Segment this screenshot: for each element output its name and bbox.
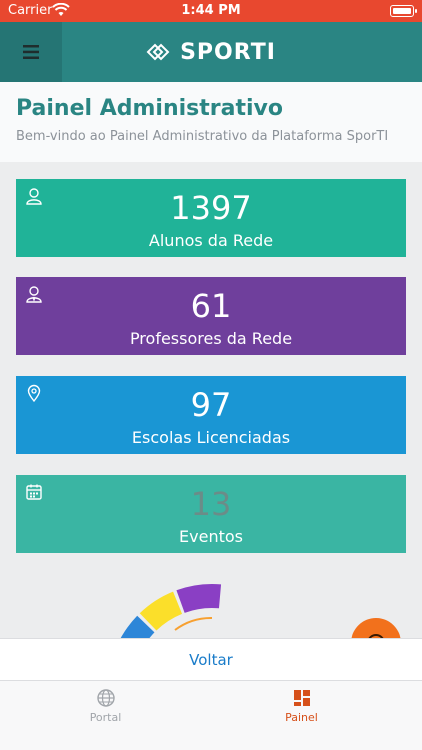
tab-bar: Portal Painel <box>0 680 422 750</box>
back-button-label: Voltar <box>189 650 233 669</box>
tab-portal[interactable]: Portal <box>0 681 211 731</box>
page-subtitle: Bem-vindo ao Painel Administrativo da Pl… <box>16 129 389 144</box>
nav-bar: SPORTI <box>0 22 422 82</box>
stat-value: 13 <box>190 485 232 523</box>
page-title: Painel Administrativo <box>16 96 283 121</box>
dashboard-icon <box>293 690 310 706</box>
sporti-logo-icon <box>146 43 170 61</box>
stat-card-escolas[interactable]: 97 Escolas Licenciadas <box>16 376 406 454</box>
stat-value: 61 <box>190 287 232 325</box>
stat-value: 1397 <box>170 189 252 227</box>
stat-value: 97 <box>190 386 232 424</box>
page-header: Painel Administrativo Bem-vindo ao Paine… <box>0 82 422 162</box>
gauge-segment <box>139 591 183 631</box>
stat-label: Eventos <box>179 527 243 546</box>
back-button[interactable]: Voltar <box>0 638 422 680</box>
stat-label: Professores da Rede <box>129 329 293 348</box>
stat-card-professores[interactable]: 61 Professores da Rede <box>16 277 406 355</box>
gauge-segment <box>176 584 222 613</box>
globe-icon <box>96 689 115 707</box>
battery-icon <box>390 5 417 17</box>
brand-name: SPORTI <box>180 39 276 65</box>
tab-portal-label: Portal <box>89 711 122 724</box>
stat-label: Escolas Licenciadas <box>131 428 291 447</box>
stat-card-alunos[interactable]: 1397 Alunos da Rede <box>16 179 406 257</box>
brand: SPORTI <box>0 22 422 82</box>
stat-card-eventos[interactable]: 13 Eventos <box>16 475 406 553</box>
gauge-inner-arc <box>174 616 213 631</box>
tab-painel-label: Painel <box>285 711 318 724</box>
stat-label: Alunos da Rede <box>148 231 274 250</box>
clock: 1:44 PM <box>181 3 241 18</box>
gauge-segment <box>120 615 155 638</box>
tab-painel[interactable]: Painel <box>196 681 407 731</box>
status-bar: Carrier 1:44 PM <box>0 0 422 22</box>
